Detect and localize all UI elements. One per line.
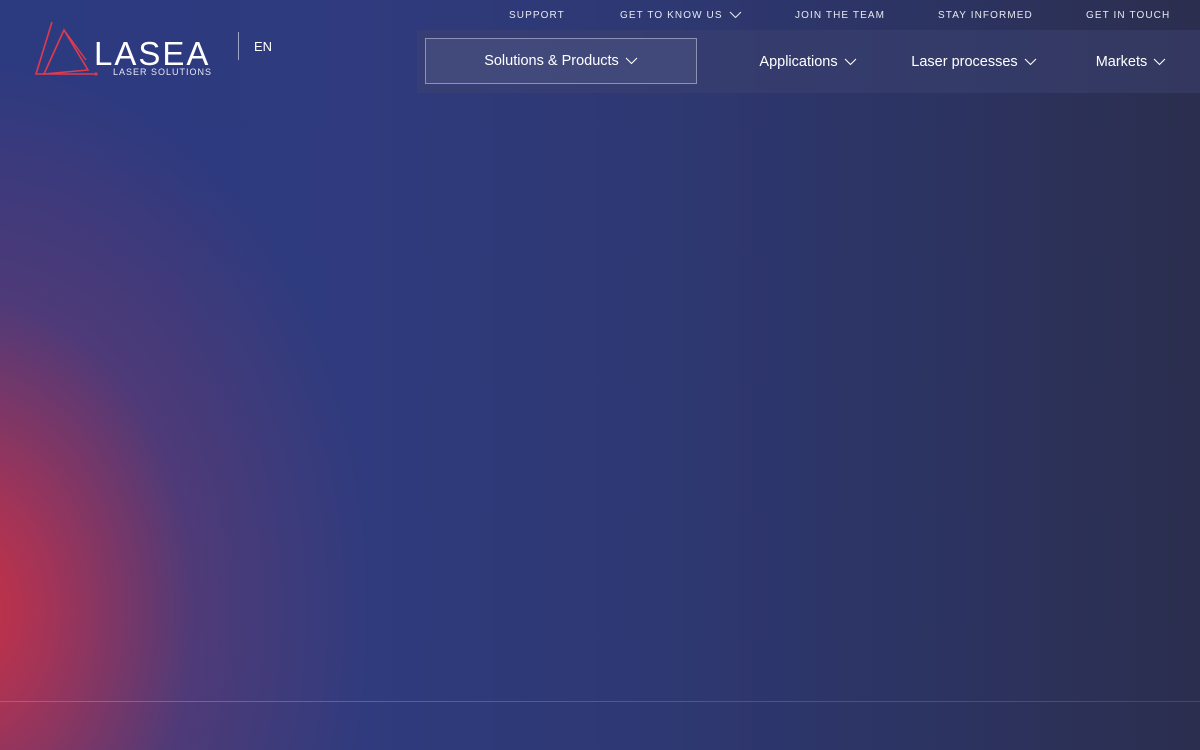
- chevron-down-icon: [625, 57, 638, 65]
- top-nav-support-label: SUPPORT: [509, 9, 565, 21]
- language-divider: [238, 32, 239, 60]
- top-nav-get-in-touch-label: GET IN TOUCH: [1086, 9, 1171, 21]
- hero-bottom-divider: [0, 701, 1200, 702]
- chevron-down-icon: [844, 58, 856, 65]
- brand-logo[interactable]: LASEA LASER SOLUTIONS: [34, 20, 219, 80]
- chevron-down-icon: [1024, 58, 1037, 65]
- nav-applications[interactable]: Applications: [753, 30, 863, 93]
- top-nav-stay-informed[interactable]: STAY INFORMED: [938, 10, 1033, 21]
- nav-laser-processes-label: Laser processes: [911, 53, 1018, 70]
- language-selector[interactable]: EN: [254, 39, 272, 54]
- brand-name: LASEA: [94, 35, 211, 72]
- top-nav-support[interactable]: SUPPORT: [509, 10, 565, 21]
- top-nav-join-the-team-label: JOIN THE TEAM: [795, 9, 886, 21]
- brand-tagline: LASER SOLUTIONS: [113, 67, 213, 77]
- nav-laser-processes[interactable]: Laser processes: [908, 30, 1040, 93]
- chevron-down-icon: [1153, 58, 1166, 65]
- top-nav-get-to-know-us[interactable]: GET TO KNOW US: [620, 10, 742, 21]
- top-nav-get-in-touch[interactable]: GET IN TOUCH: [1086, 10, 1170, 21]
- main-nav: Solutions & Products Applications Laser …: [417, 30, 1200, 93]
- top-nav-join-the-team[interactable]: JOIN THE TEAM: [795, 10, 885, 21]
- top-nav-stay-informed-label: STAY INFORMED: [938, 9, 1033, 21]
- nav-applications-label: Applications: [759, 53, 838, 70]
- nav-solutions-products[interactable]: Solutions & Products: [425, 38, 697, 84]
- nav-solutions-products-label: Solutions & Products: [484, 53, 619, 69]
- nav-markets[interactable]: Markets: [1091, 30, 1171, 93]
- top-nav-get-to-know-us-label: GET TO KNOW US: [620, 9, 723, 21]
- nav-markets-label: Markets: [1095, 53, 1148, 70]
- chevron-down-icon: [729, 11, 742, 19]
